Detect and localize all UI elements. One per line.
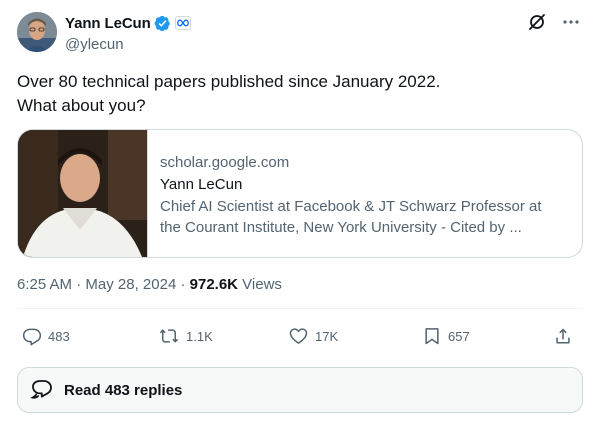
bookmark-count: 657 [448, 328, 470, 344]
meta-infinity-icon[interactable] [174, 16, 191, 30]
read-replies-label: Read 483 replies [64, 381, 183, 399]
chat-bubbles-icon [30, 380, 52, 399]
bookmark-icon [425, 328, 439, 345]
reply-icon [22, 328, 42, 346]
name-row: Yann LeCun [65, 13, 191, 33]
handle[interactable]: @ylecun [65, 36, 191, 53]
avatar[interactable] [17, 12, 57, 52]
meta-separator: · [72, 276, 86, 293]
repost-count: 1.1K [186, 328, 213, 344]
tweet-header: Yann LeCun @ylecun [17, 10, 587, 54]
repost-icon [159, 329, 179, 343]
share-icon [556, 328, 570, 344]
like-count: 17K [315, 328, 339, 344]
link-card-description: Chief AI Scientist at Facebook & JT Schw… [160, 198, 542, 236]
tweet-time[interactable]: 6:25 AM [17, 276, 72, 293]
display-name[interactable]: Yann LeCun [65, 15, 151, 32]
tweet-date[interactable]: May 28, 2024 [85, 276, 176, 293]
action-bar: 483 1.1K 17K 657 [17, 322, 583, 350]
link-card-domain: scholar.google.com [160, 154, 290, 171]
meta-separator: · [176, 276, 190, 293]
heart-icon [289, 328, 308, 344]
repost-button[interactable]: 1.1K [158, 322, 213, 350]
link-card-thumbnail[interactable] [18, 130, 148, 257]
tweet-text: Over 80 technical papers published since… [17, 70, 577, 118]
share-button[interactable] [553, 322, 573, 350]
avatar-image [17, 12, 57, 52]
grok-icon[interactable] [527, 12, 547, 32]
reply-count: 483 [48, 328, 70, 344]
read-replies-button[interactable]: Read 483 replies [17, 367, 583, 413]
like-button[interactable]: 17K [288, 322, 338, 350]
bookmark-button[interactable]: 657 [422, 322, 470, 350]
tweet-text-line: Over 80 technical papers published since… [17, 72, 441, 91]
header-icons [527, 12, 581, 32]
author-info: Yann LeCun @ylecun [65, 13, 191, 53]
verified-badge-icon[interactable] [154, 15, 171, 32]
divider [17, 308, 583, 309]
tweet-text-line: What about you? [17, 96, 146, 115]
views-label: Views [238, 276, 282, 293]
link-card-body: scholar.google.com Yann LeCun Chief AI S… [148, 130, 556, 257]
link-card-title: Yann LeCun [160, 176, 243, 193]
more-icon[interactable] [561, 12, 581, 32]
tweet-meta: 6:25 AM · May 28, 2024 · 972.6K Views [17, 276, 282, 293]
portrait-image [18, 130, 147, 257]
views-count[interactable]: 972.6K [190, 276, 238, 293]
reply-button[interactable]: 483 [22, 322, 70, 350]
link-card[interactable]: scholar.google.com Yann LeCun Chief AI S… [17, 129, 583, 258]
